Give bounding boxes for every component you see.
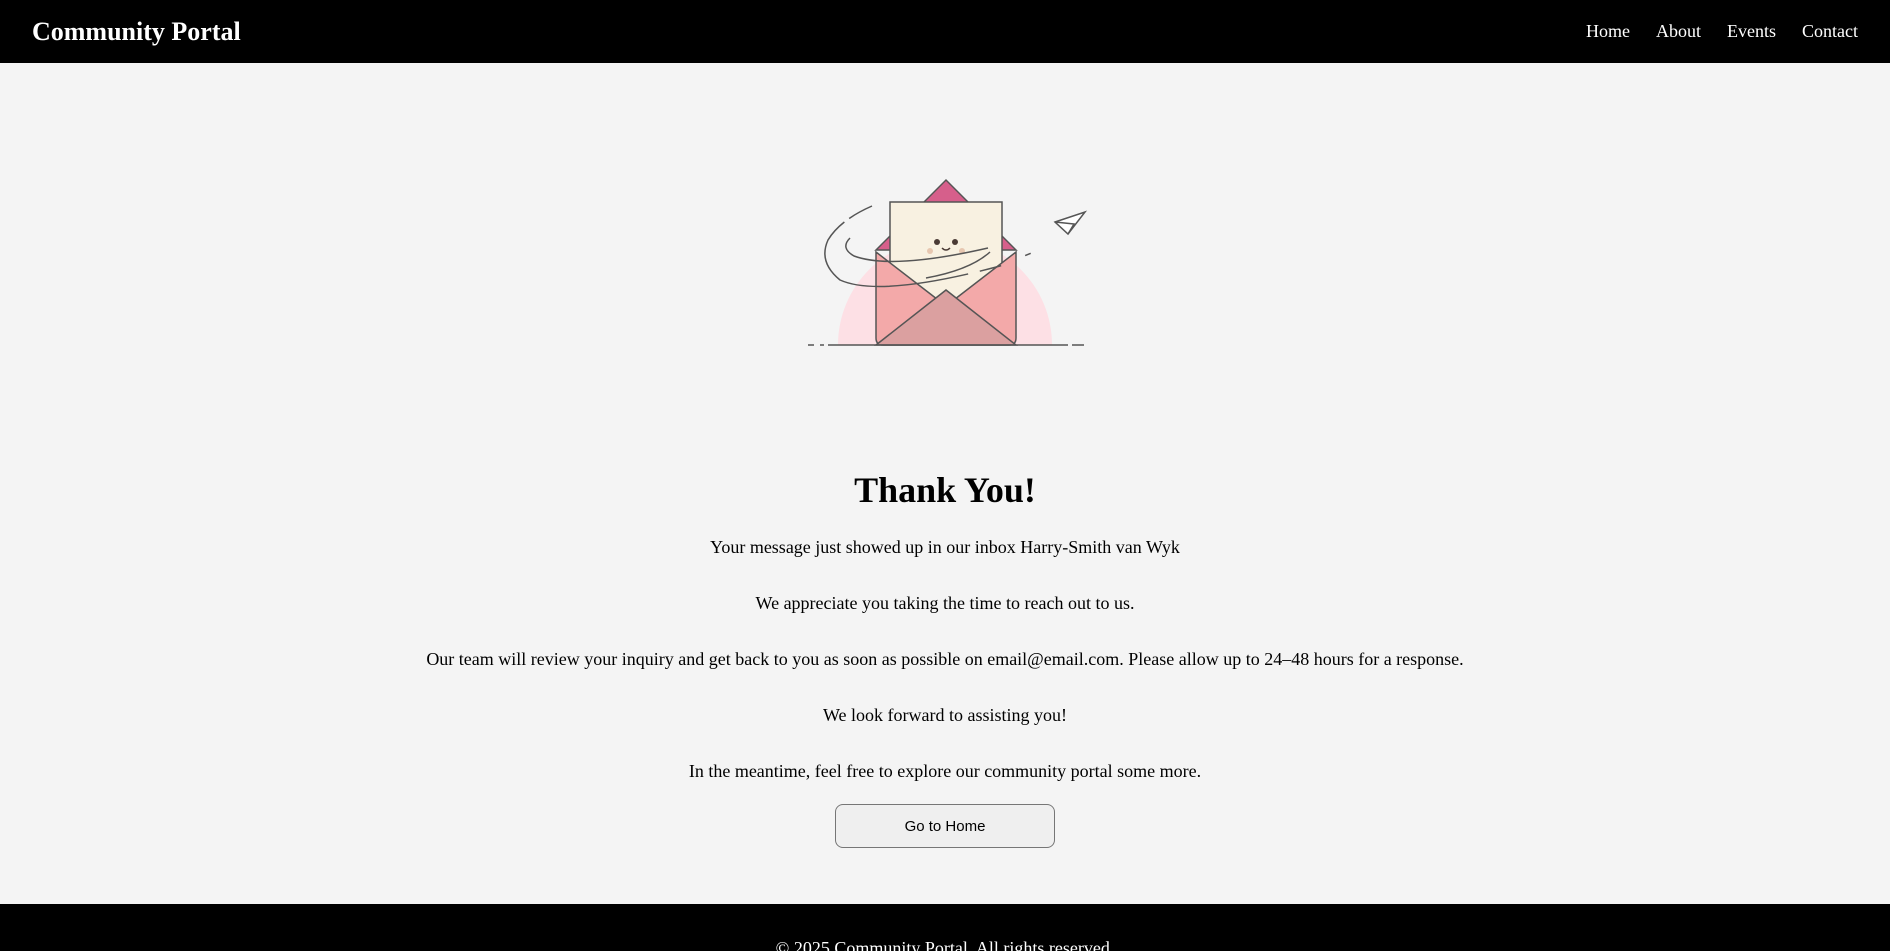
site-header: Community Portal Home About Events Conta… <box>0 0 1890 63</box>
nav-contact-link[interactable]: Contact <box>1802 21 1858 42</box>
message-line-appreciation: We appreciate you taking the time to rea… <box>755 593 1135 613</box>
message-line-forward: We look forward to assisting you! <box>822 705 1067 725</box>
thank-you-content: Thank You! Your message just showed up i… <box>0 460 1890 848</box>
main-nav: Home About Events Contact <box>1586 21 1858 42</box>
site-brand[interactable]: Community Portal <box>32 17 241 47</box>
open-envelope-with-paper-plane-icon <box>800 170 1100 360</box>
footer-copyright: © 2025 Community Portal. All rights rese… <box>775 938 1115 951</box>
nav-home-link[interactable]: Home <box>1586 21 1630 42</box>
nav-events-link[interactable]: Events <box>1727 21 1776 42</box>
go-to-home-button[interactable]: Go to Home <box>835 804 1055 848</box>
site-footer: © 2025 Community Portal. All rights rese… <box>0 904 1890 951</box>
message-line-explore: In the meantime, feel free to explore ou… <box>688 761 1202 781</box>
message-line-inbox: Your message just showed up in our inbox… <box>710 537 1180 557</box>
page-title: Thank You! <box>854 470 1036 510</box>
nav-about-link[interactable]: About <box>1656 21 1701 42</box>
message-line-review: Our team will review your inquiry and ge… <box>426 649 1464 669</box>
